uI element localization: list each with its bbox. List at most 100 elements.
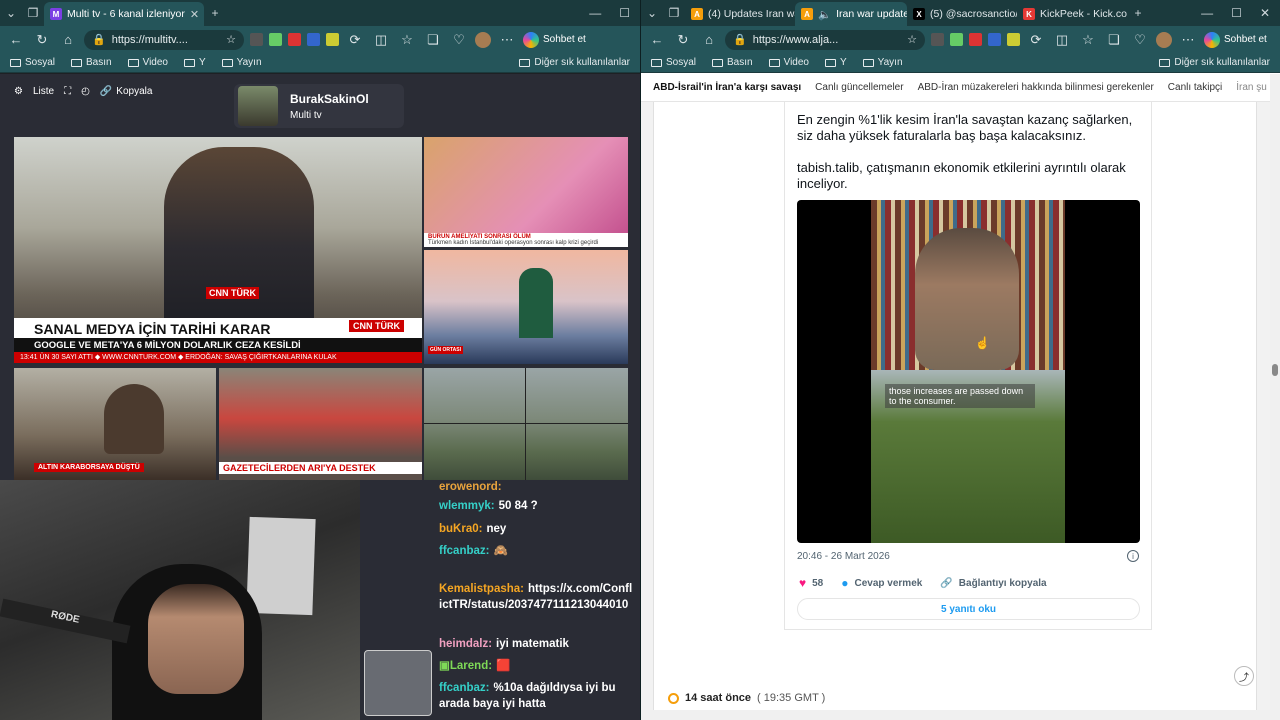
favorites-icon[interactable]: ☆ (397, 30, 417, 50)
share-icon[interactable]: ⤴ (1234, 666, 1254, 686)
copilot-button[interactable]: Sohbet et (1204, 31, 1267, 48)
extension-icon[interactable] (1007, 33, 1020, 46)
extension-icon[interactable] (988, 33, 1001, 46)
other-favorites[interactable]: Diğer sık kullanılanlar (1159, 57, 1270, 68)
refresh-icon[interactable]: ↻ (673, 30, 693, 50)
speaker-figure (915, 228, 1019, 370)
vertical-scrollbar[interactable] (1270, 74, 1280, 720)
scrollbar-thumb[interactable] (1272, 364, 1278, 376)
timer-icon[interactable]: ◴ (81, 86, 90, 97)
refresh-sync-icon[interactable]: ⟳ (1026, 30, 1046, 50)
bookmark-folder[interactable]: Yayın (862, 57, 903, 68)
more-icon[interactable]: ⋯ (1178, 30, 1198, 50)
bookmark-folder[interactable]: Sosyal (651, 57, 696, 68)
back-icon[interactable]: ← (6, 30, 26, 50)
extension-icon[interactable] (950, 33, 963, 46)
new-tab-icon[interactable]: + (1127, 2, 1149, 24)
more-icon[interactable]: ⋯ (497, 30, 517, 50)
tab-x-profile[interactable]: X (5) @sacrosanctio/X (907, 2, 1017, 26)
favorite-star-icon[interactable]: ☆ (907, 33, 917, 46)
extension-icon[interactable] (269, 33, 282, 46)
list-button[interactable]: Liste (33, 86, 54, 97)
profile-avatar[interactable] (475, 31, 491, 48)
extension-icon[interactable] (250, 33, 263, 46)
favorites-icon[interactable]: ☆ (1078, 30, 1098, 50)
workspaces-icon[interactable]: ❐ (663, 2, 685, 24)
profile-avatar[interactable] (1156, 31, 1172, 48)
refresh-icon[interactable]: ↻ (32, 30, 52, 50)
collections-icon[interactable]: ❏ (423, 30, 443, 50)
bookmark-folder[interactable]: Video (768, 57, 809, 68)
close-window-icon[interactable]: ✕ (1260, 6, 1270, 20)
tweet-video[interactable]: those increases are passed down to the c… (797, 200, 1140, 543)
tab-iran-war-update[interactable]: A 🔈 Iran war update ✕ (795, 2, 907, 26)
info-icon[interactable]: i (1127, 550, 1139, 562)
extension-icon[interactable] (288, 33, 301, 46)
read-replies-button[interactable]: 5 yanıtı oku (797, 598, 1140, 620)
refresh-sync-icon[interactable]: ⟳ (345, 30, 365, 50)
streamer-card[interactable]: BurakSakinOl Multi tv (234, 84, 404, 128)
chat-message: wlemmyk: 50 84 ? (439, 498, 634, 514)
extension-icon[interactable] (931, 33, 944, 46)
maximize-icon[interactable]: ☐ (619, 6, 630, 20)
subnav-link[interactable]: ABD-İran müzakereleri hakkında bilinmesi… (918, 82, 1154, 93)
split-screen-icon[interactable]: ◫ (1052, 30, 1072, 50)
subnav-main-link[interactable]: ABD-İsrail'in İran'a karşı savaşı (653, 82, 801, 93)
copilot-button[interactable]: Sohbet et (523, 31, 586, 48)
split-screen-icon[interactable]: ◫ (371, 30, 391, 50)
maximize-icon[interactable]: ☐ (1231, 6, 1242, 20)
back-icon[interactable]: ← (647, 30, 667, 50)
stream-5-video[interactable]: GAZETECİLERDEN ARI'YA DESTEK (219, 368, 422, 480)
like-button[interactable]: ♥ 58 (799, 576, 823, 590)
bookmark-folder[interactable]: Y (184, 57, 206, 68)
close-tab-icon[interactable]: ✕ (190, 8, 199, 21)
extension-icon[interactable] (969, 33, 982, 46)
bookmark-folder[interactable]: Video (127, 57, 168, 68)
new-tab-icon[interactable]: + (204, 2, 226, 24)
bookmark-folder[interactable]: Sosyal (10, 57, 55, 68)
browser-essentials-icon[interactable]: ♡ (1130, 30, 1150, 50)
bookmark-label: Sosyal (666, 57, 697, 68)
address-bar[interactable]: 🔒 https://www.alja... ☆ (725, 29, 925, 50)
bookmark-folder[interactable]: Yayın (221, 57, 262, 68)
minimize-icon[interactable]: — (589, 6, 601, 20)
subnav-link[interactable]: Canlı takipçi (1168, 82, 1222, 93)
tab-kickpeek[interactable]: K KickPeek - Kick.com (1017, 2, 1127, 26)
tweet-date[interactable]: 20:46 - 26 Mart 2026 (797, 551, 890, 562)
other-favorites[interactable]: Diğer sık kullanılanlar (519, 57, 630, 68)
collections-icon[interactable]: ❏ (1104, 30, 1124, 50)
folder-icon (10, 58, 21, 67)
extension-icon[interactable] (307, 33, 320, 46)
reply-button[interactable]: ● Cevap vermek (841, 576, 922, 590)
workspaces-icon[interactable]: ❐ (22, 2, 44, 24)
copy-button[interactable]: 🔗 Kopyala (100, 86, 153, 97)
home-icon[interactable]: ⌂ (58, 30, 78, 50)
horizontal-scrollbar[interactable] (641, 710, 1270, 720)
stream-2-video[interactable]: BURUN AMELİYATI SONRASI ÖLÜM Türkmen kad… (424, 137, 628, 247)
extension-icon[interactable] (326, 33, 339, 46)
bookmark-folder[interactable]: Y (825, 57, 847, 68)
fullscreen-icon[interactable]: ⛶ (64, 86, 71, 97)
tab-actions-icon[interactable]: ⌄ (0, 2, 22, 24)
tab-actions-icon[interactable]: ⌄ (641, 2, 663, 24)
home-icon[interactable]: ⌂ (699, 30, 719, 50)
stream-3-video[interactable]: GÜN ORTASI (424, 250, 628, 364)
audio-icon[interactable]: 🔈 (818, 8, 831, 21)
subnav-link[interactable]: Canlı güncellemeler (815, 82, 903, 93)
favorite-star-icon[interactable]: ☆ (226, 33, 236, 46)
bookmark-folder[interactable]: Basın (71, 57, 112, 68)
cnn-turk-logo: CNN TÜRK (349, 320, 404, 332)
bookmark-label: Y (199, 57, 206, 68)
bookmark-folder[interactable]: Basın (712, 57, 753, 68)
address-bar[interactable]: 🔒 https://multitv.... ☆ (84, 29, 244, 50)
stream-4-video[interactable]: ALTIN KARABORSAYA DÜŞTÜ (14, 368, 216, 480)
settings-icon[interactable]: ⚙ (14, 86, 23, 97)
main-stream-video[interactable]: CNN TÜRK SANAL MEDYA İÇİN TARİHİ KARAR C… (14, 137, 422, 363)
browser-essentials-icon[interactable]: ♡ (449, 30, 469, 50)
copilot-icon (523, 31, 539, 48)
tab-updates-iran-war[interactable]: A (4) Updates Iran war (685, 2, 795, 26)
copy-link-button[interactable]: 🔗 Bağlantıyı kopyala (940, 578, 1046, 589)
minimize-icon[interactable]: — (1201, 6, 1213, 20)
tab-multitv[interactable]: M Multi tv - 6 kanal izleniyor ✕ (44, 2, 204, 26)
stream-6-video[interactable] (424, 368, 628, 480)
